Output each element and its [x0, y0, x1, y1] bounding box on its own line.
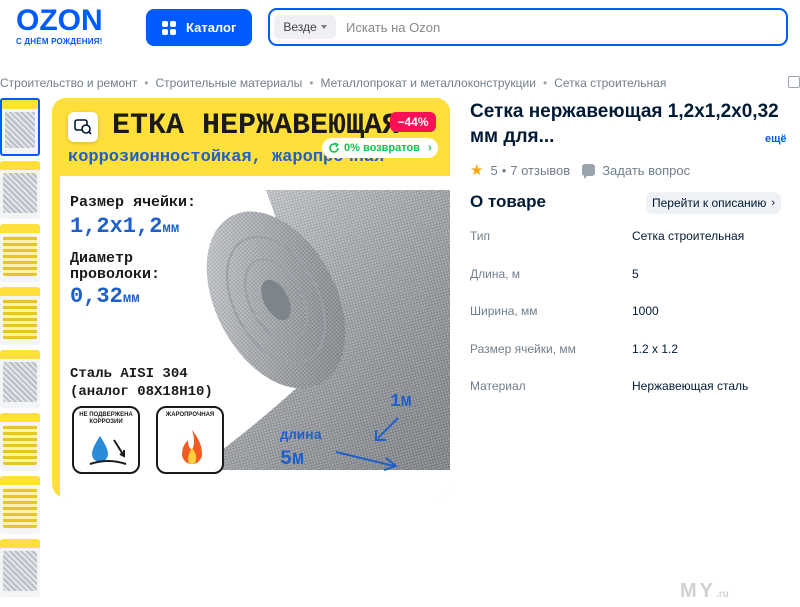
ask-question-link[interactable]: Задать вопрос	[582, 162, 691, 179]
steel-grade-line1: Сталь AISI 304	[70, 366, 188, 382]
logo-tagline: С ДНЁМ РОЖДЕНИЯ!	[16, 37, 103, 46]
ask-question-label: Задать вопрос	[602, 162, 691, 178]
search-scope-dropdown[interactable]: Везде	[274, 15, 336, 39]
thumbnail[interactable]	[0, 161, 40, 219]
logo-wordmark: OZON	[16, 4, 103, 37]
main-product-image[interactable]: ЕТКА НЕРЖАВЕЮЩАЯ коррозионностойкая, жар…	[52, 98, 450, 498]
breadcrumb-item[interactable]: Строительство и ремонт	[0, 76, 137, 90]
breadcrumb-separator: •	[542, 76, 548, 90]
attribute-value: Сетка строительная	[632, 229, 745, 243]
width-arrow-icon	[375, 417, 399, 441]
attribute-row: Размер ячейки, мм 1.2 x 1.2	[470, 339, 790, 377]
attribute-value: 1.2 x 1.2	[632, 341, 679, 356]
product-page: OZON С ДНЁМ РОЖДЕНИЯ! Каталог Везде Стро…	[0, 0, 800, 607]
attribute-key: Ширина, мм	[470, 304, 538, 318]
breadcrumb-item[interactable]: Строительные материалы	[155, 76, 302, 90]
flame-icon	[182, 430, 202, 464]
catalog-label: Каталог	[186, 20, 237, 35]
attribute-value: 1000	[632, 304, 659, 318]
wire-label-line2: проволоки:	[70, 266, 161, 283]
returns-label: 0% возвратов	[344, 142, 420, 154]
star-icon: ★	[470, 161, 484, 179]
cell-size-value: 1,2х1,2мм	[70, 214, 179, 239]
heat-resistant-badge: ЖАРОПРОЧНАЯ	[156, 406, 224, 474]
search-input[interactable]	[336, 19, 786, 35]
discount-badge: −44%	[390, 112, 436, 132]
product-title: Сетка нержавеющая 1,2х1,2х0,32 мм для...	[470, 101, 779, 147]
rating-row: ★ 5 • 7 отзывов Задать вопрос	[470, 161, 691, 179]
about-heading: О товаре	[470, 192, 546, 211]
wire-number: 0,32	[70, 284, 123, 309]
attributes-table: Тип Сетка строительная Длина, м 5 Ширина…	[470, 226, 790, 414]
site-watermark: MY.ru	[680, 580, 729, 603]
heat-resistant-caption: ЖАРОПРОЧНАЯ	[165, 412, 215, 418]
attribute-row: Длина, м 5	[470, 264, 790, 302]
returns-badge[interactable]: 0% возвратов ›	[322, 138, 438, 158]
breadcrumb-item[interactable]: Сетка строительная	[554, 76, 666, 90]
cell-size-number: 1,2х1,2	[70, 214, 163, 239]
thumbnail[interactable]	[0, 350, 40, 408]
attribute-key: Размер ячейки, мм	[470, 341, 576, 356]
attribute-value: Нержавеющая сталь	[632, 379, 749, 393]
attribute-key: Длина, м	[470, 266, 521, 281]
search-bar: Везде	[268, 8, 788, 46]
breadcrumb-item[interactable]: Металлопрокат и металлоконструкции	[320, 76, 536, 90]
catalog-button[interactable]: Каталог	[146, 9, 252, 46]
length-word: длина	[280, 428, 323, 444]
catalog-grid-icon	[162, 20, 176, 35]
watermark-suffix: .ru	[716, 589, 729, 600]
length-arrow-icon	[335, 451, 399, 471]
thumbnail-list	[0, 98, 42, 602]
photo-search-icon[interactable]	[68, 112, 98, 142]
chevron-right-icon: ›	[427, 142, 432, 154]
chevron-down-icon	[320, 25, 327, 29]
attribute-value: 5	[632, 266, 639, 281]
thumbnail[interactable]	[0, 413, 40, 471]
goto-description-button[interactable]: Перейти к описанию ›	[646, 192, 782, 214]
chevron-right-icon: ›	[771, 197, 776, 209]
cell-size-label: Размер ячейки:	[70, 194, 197, 211]
title-more-link[interactable]: ещё	[765, 133, 787, 145]
wire-unit: мм	[122, 291, 140, 307]
length-value: 5м	[280, 448, 305, 471]
water-drop-icon	[89, 436, 127, 465]
attribute-row: Ширина, мм 1000	[470, 301, 790, 339]
image-search-icon	[74, 119, 92, 135]
attribute-key: Тип	[470, 229, 491, 243]
search-scope-label: Везде	[283, 20, 317, 34]
breadcrumb: Строительство и ремонт • Строительные ма…	[0, 74, 666, 92]
ozon-logo[interactable]: OZON С ДНЁМ РОЖДЕНИЯ!	[16, 4, 136, 47]
watermark-text: MY	[680, 580, 716, 602]
goto-description-label: Перейти к описанию	[652, 196, 767, 210]
steel-grade-line2: (аналог 08Х18Н10)	[70, 384, 213, 400]
cell-size-unit: мм	[162, 221, 180, 237]
breadcrumb-separator: •	[144, 76, 149, 90]
wire-label-line1: Диаметр	[70, 250, 134, 267]
wire-value: 0,32мм	[70, 284, 140, 309]
chat-bubble-icon	[582, 164, 596, 179]
rating-value[interactable]: 5	[490, 163, 497, 178]
thumbnail[interactable]	[0, 98, 40, 156]
anticorrosion-caption: НЕ ПОДВЕРЖЕНА КОРРОЗИИ	[79, 412, 133, 425]
attribute-key: Материал	[470, 379, 526, 393]
thumbnail[interactable]	[0, 476, 40, 534]
attribute-row: Тип Сетка строительная	[470, 226, 790, 264]
reviews-link[interactable]: 7 отзывов	[510, 163, 570, 178]
attribute-row: Материал Нержавеющая сталь	[470, 376, 790, 414]
breadcrumb-separator: •	[309, 76, 314, 90]
anticorrosion-badge: НЕ ПОДВЕРЖЕНА КОРРОЗИИ	[72, 406, 140, 474]
thumbnail[interactable]	[0, 224, 40, 282]
thumbnail[interactable]	[0, 539, 40, 597]
share-icon[interactable]	[788, 76, 800, 88]
refresh-icon	[329, 142, 339, 153]
thumbnail[interactable]	[0, 287, 40, 345]
width-label: 1м	[390, 392, 412, 412]
